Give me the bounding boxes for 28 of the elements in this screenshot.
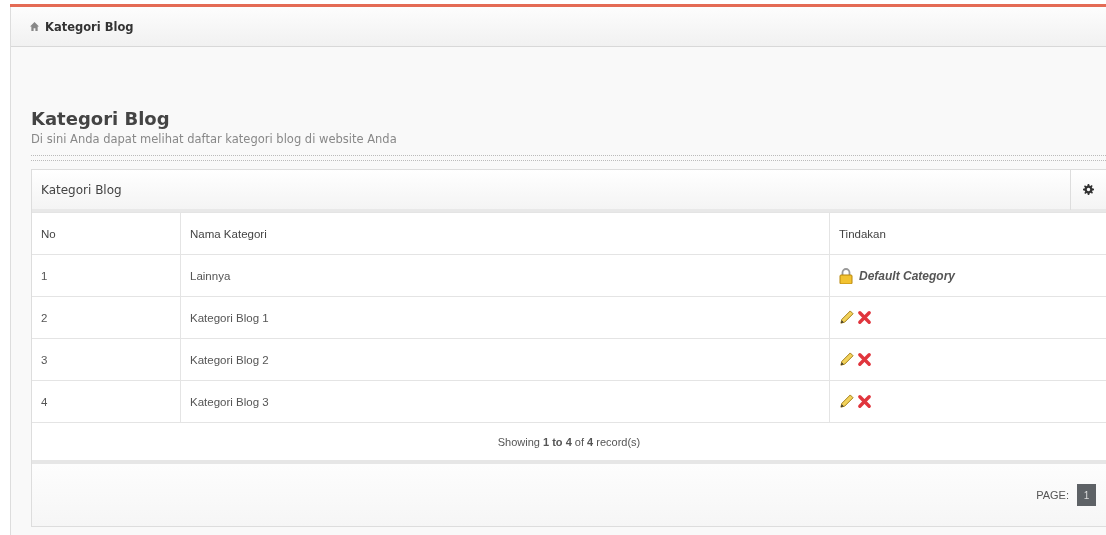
pencil-icon[interactable]	[839, 352, 854, 367]
column-header: Tindakan	[829, 212, 1106, 255]
column-header: No	[32, 212, 181, 255]
table-cell: Kategori Blog 1	[180, 296, 830, 339]
record-summary: Showing 1 to 4 of 4 record(s)	[497, 435, 641, 448]
table-cell: 3	[32, 338, 181, 381]
page-title: Kategori Blog	[31, 107, 171, 131]
breadcrumb-link[interactable]: Kategori Blog	[45, 19, 134, 34]
table-cell: 4	[32, 380, 181, 423]
delete-icon[interactable]	[857, 394, 872, 409]
default-label: Default Category	[859, 268, 956, 283]
table-cell: Kategori Blog 3	[180, 380, 830, 423]
page-label: PAGE:	[1036, 489, 1069, 501]
pencil-icon[interactable]	[839, 310, 854, 325]
delete-icon[interactable]	[857, 310, 872, 325]
page-button[interactable]: 1	[1077, 484, 1096, 506]
table-cell: Lainnya	[180, 254, 830, 297]
table-cell: 1	[32, 254, 181, 297]
column-header: Nama Kategori	[180, 212, 830, 255]
table-cell: Kategori Blog 2	[180, 338, 830, 381]
page-subtitle: Di sini Anda dapat melihat daftar kategori blog di website Anda	[31, 131, 398, 147]
lock-icon	[839, 267, 853, 284]
settings-icon	[1083, 184, 1094, 195]
panel-title: Kategori Blog	[40, 182, 122, 197]
pencil-icon[interactable]	[839, 394, 854, 409]
delete-icon[interactable]	[857, 352, 872, 367]
home-icon	[30, 22, 39, 31]
table-cell: 2	[32, 296, 181, 339]
